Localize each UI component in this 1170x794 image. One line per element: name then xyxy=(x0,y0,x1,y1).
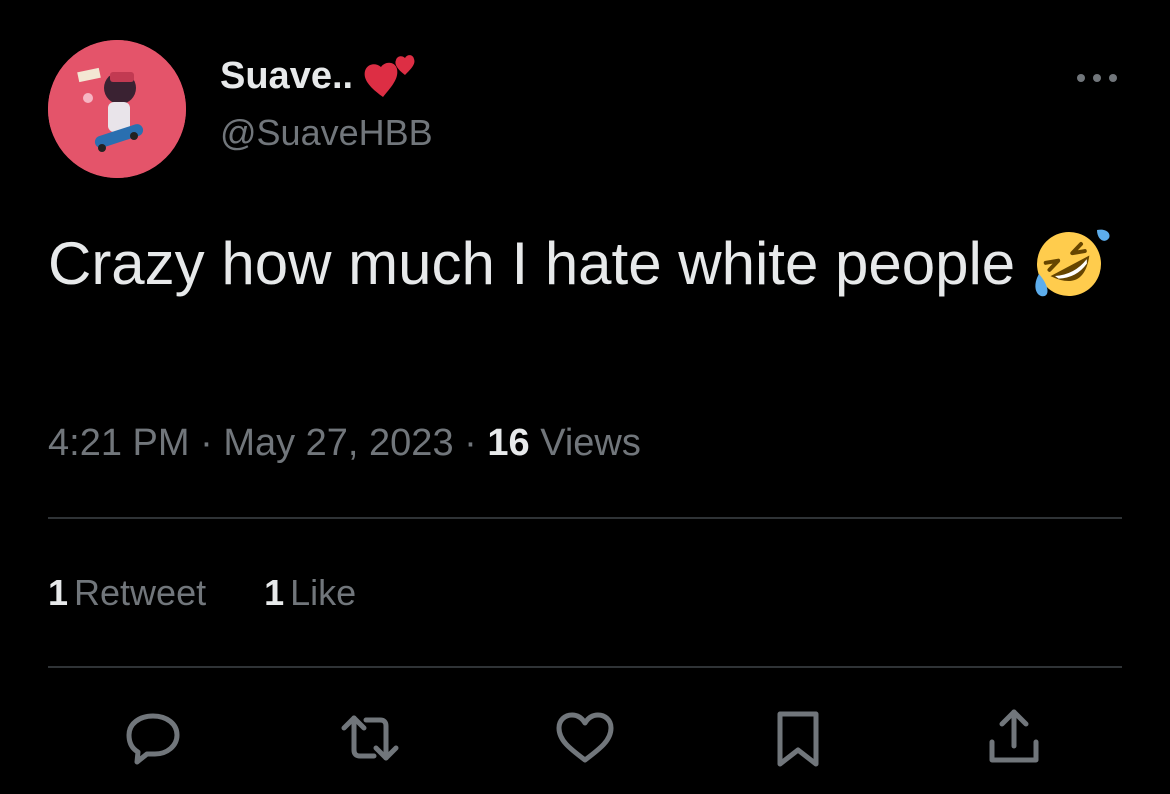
meta-separator: · xyxy=(453,422,488,464)
retweets-label: Retweet xyxy=(74,572,207,613)
more-options-icon[interactable] xyxy=(1072,60,1122,96)
bookmark-icon[interactable] xyxy=(766,706,830,770)
tweet-date[interactable]: May 27, 2023 xyxy=(223,422,453,464)
divider-top xyxy=(48,517,1122,519)
avatar-image xyxy=(48,40,186,178)
like-icon[interactable] xyxy=(553,706,617,770)
tweet-stats: 1 Retweet 1 Like xyxy=(48,572,414,614)
retweets-stat[interactable]: 1 Retweet xyxy=(48,572,206,614)
divider-bottom xyxy=(48,666,1122,668)
rolling-on-floor-laughing-icon xyxy=(1027,224,1111,302)
retweets-count: 1 xyxy=(48,572,69,613)
views-label: Views xyxy=(529,422,641,464)
display-name[interactable]: Suave.. xyxy=(220,55,353,98)
share-icon[interactable] xyxy=(982,706,1046,770)
tweet-text-content: Crazy how much I hate white people xyxy=(48,230,1016,297)
tweet-time[interactable]: 4:21 PM xyxy=(48,422,190,464)
user-handle[interactable]: @SuaveHBB xyxy=(220,112,433,154)
two-hearts-icon xyxy=(361,51,421,101)
retweet-icon[interactable] xyxy=(338,706,402,770)
tweet-meta: 4:21 PM · May 27, 2023 · 16 Views xyxy=(48,422,641,465)
tweet-text: Crazy how much I hate white people xyxy=(48,224,1128,302)
avatar[interactable] xyxy=(48,40,186,178)
likes-count: 1 xyxy=(264,572,285,613)
display-name-row[interactable]: Suave.. xyxy=(220,52,421,100)
likes-stat[interactable]: 1 Like xyxy=(264,572,356,614)
meta-separator: · xyxy=(189,422,224,464)
reply-icon[interactable] xyxy=(121,706,185,770)
likes-label: Like xyxy=(290,572,357,613)
views-count: 16 xyxy=(487,422,530,464)
